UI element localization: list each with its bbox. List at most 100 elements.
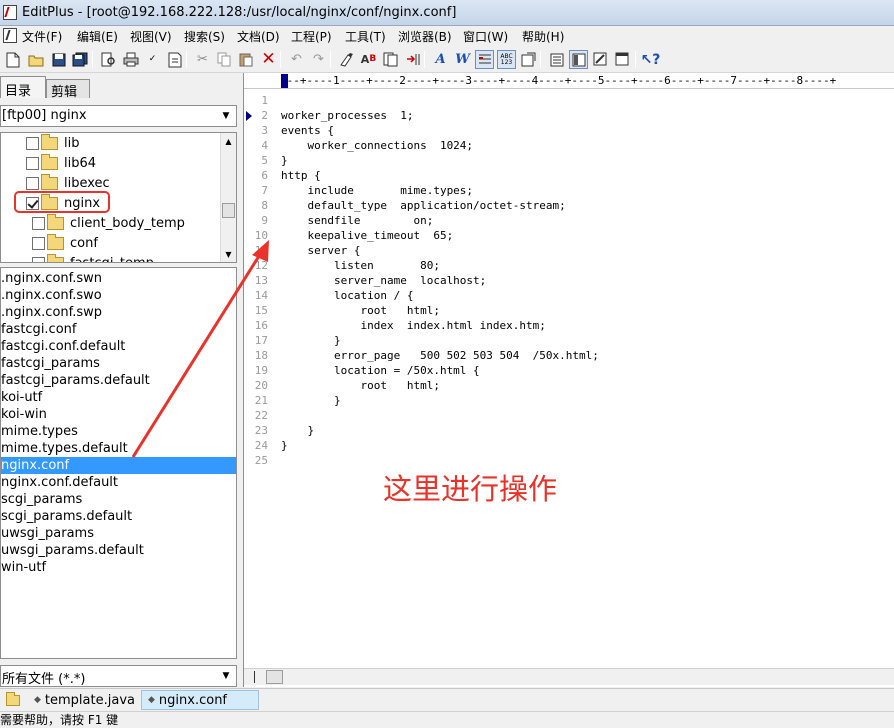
menu-document[interactable]: 文档(D) — [237, 28, 280, 45]
find-icon[interactable] — [337, 50, 356, 69]
editor-pane[interactable]: ---+----1----+----2----+----3----+----4-… — [243, 73, 894, 687]
print-icon[interactable] — [121, 50, 140, 69]
tree-checkbox[interactable] — [32, 236, 45, 250]
tab-nginx-conf[interactable]: ◆ nginx.conf — [141, 690, 259, 710]
left-panel-tabs: 目录 剪辑 — [0, 76, 240, 100]
scroll-up-icon[interactable]: ▲ — [221, 133, 236, 149]
list-item[interactable]: koi-win — [1, 406, 236, 423]
file-filter-select[interactable]: 所有文件 (*.*) ▼ — [0, 665, 237, 687]
copy-icon[interactable] — [215, 50, 234, 69]
open-folder-icon[interactable] — [26, 50, 45, 69]
word-wrap-icon[interactable]: W — [453, 50, 472, 69]
menu-search[interactable]: 搜索(S) — [184, 28, 225, 45]
scroll-thumb[interactable] — [266, 670, 283, 684]
delete-icon[interactable]: ✕ — [259, 50, 278, 69]
menu-window[interactable]: 窗口(W) — [463, 28, 508, 45]
tree-item-conf[interactable]: conf — [32, 233, 98, 253]
tree-item-lib64[interactable]: lib64 — [26, 153, 96, 173]
list-item[interactable]: uwsgi_params — [1, 525, 236, 542]
ftp-server-select[interactable]: [ftp00] nginx ▼ — [0, 105, 237, 127]
list-item[interactable]: .nginx.conf.swp — [1, 304, 236, 321]
document-icon[interactable] — [3, 28, 17, 43]
line-number: 10 — [254, 229, 268, 242]
redo-icon[interactable]: ↷ — [309, 50, 328, 69]
line-number-icon[interactable] — [475, 50, 494, 69]
cut-icon[interactable]: ✂ — [193, 50, 212, 69]
list-item[interactable]: fastcgi.conf — [1, 321, 236, 338]
undo-icon[interactable]: ↶ — [287, 50, 306, 69]
list-item[interactable]: fastcgi_params — [1, 355, 236, 372]
tree-item-libexec[interactable]: libexec — [26, 173, 110, 193]
directory-window-icon[interactable] — [591, 50, 610, 69]
tree-scrollbar[interactable]: ▲ ▼ — [220, 133, 236, 262]
tab-directory[interactable]: 目录 — [0, 76, 46, 99]
paste-icon[interactable] — [237, 50, 256, 69]
menu-file[interactable]: 文件(F) — [22, 28, 62, 45]
print-setup-icon[interactable] — [165, 50, 184, 69]
editplus-app-icon[interactable] — [3, 5, 17, 20]
list-item[interactable]: scgi_params — [1, 491, 236, 508]
tab-bullet-icon: ◆ — [148, 695, 155, 705]
code-area[interactable]: 1 2 worker_processes 1; 3 events {4 worker_c… — [244, 90, 894, 668]
scroll-left-icon[interactable] — [244, 669, 261, 685]
tab-template-java[interactable]: ◆ template.java — [28, 690, 140, 710]
help-context-icon[interactable]: ↖? — [641, 50, 661, 69]
menu-edit[interactable]: 编辑(E) — [77, 28, 118, 45]
spell-check-icon[interactable]: ✓ — [143, 50, 162, 69]
tree-item-lib[interactable]: lib — [26, 133, 79, 153]
list-item-selected[interactable]: nginx.conf — [1, 457, 236, 474]
list-item[interactable]: koi-utf — [1, 389, 236, 406]
line-number: 25 — [254, 454, 268, 467]
folder-icon[interactable] — [0, 690, 24, 710]
scroll-thumb[interactable] — [222, 203, 235, 218]
chevron-down-icon[interactable]: ▼ — [218, 108, 234, 124]
code-line-text: listen 80; — [281, 259, 440, 272]
print-preview-icon[interactable] — [99, 50, 118, 69]
font-icon[interactable]: A — [431, 50, 450, 69]
list-item[interactable]: .nginx.conf.swn — [1, 270, 236, 287]
tree-checkbox[interactable] — [26, 176, 39, 190]
tree-checkbox[interactable] — [26, 156, 39, 170]
new-file-icon[interactable] — [3, 50, 22, 69]
list-item[interactable]: mime.types.default — [1, 440, 236, 457]
tab-cliptext[interactable]: 剪辑 — [46, 79, 90, 100]
list-item[interactable]: fastcgi.conf.default — [1, 338, 236, 355]
goto-icon[interactable] — [403, 50, 422, 69]
list-item[interactable]: .nginx.conf.swo — [1, 287, 236, 304]
menu-project[interactable]: 工程(P) — [291, 28, 332, 45]
line-number: 15 — [254, 304, 268, 317]
ruler-text: ---+----1----+----2----+----3----+----4-… — [280, 74, 837, 87]
list-item[interactable]: scgi_params.default — [1, 508, 236, 525]
tree-checkbox[interactable] — [32, 216, 45, 230]
ruler-icon[interactable]: ABC 123 — [497, 50, 516, 69]
cliptext-icon[interactable] — [613, 50, 632, 69]
save-icon[interactable] — [49, 50, 68, 69]
menu-tools[interactable]: 工具(T) — [345, 28, 386, 45]
list-item[interactable]: uwsgi_params.default — [1, 542, 236, 559]
menu-view[interactable]: 视图(V) — [130, 28, 172, 45]
menu-browser[interactable]: 浏览器(B) — [398, 28, 452, 45]
chevron-down-icon[interactable]: ▼ — [218, 668, 234, 684]
toolbar: ✓ ✂ ✕ ↶ ↷ AB A W ABC 123 ↖? — [0, 47, 894, 73]
list-item[interactable]: mime.types — [1, 423, 236, 440]
scroll-down-icon[interactable]: ▼ — [221, 246, 236, 262]
code-line-text: } — [281, 424, 315, 437]
line-number: 6 — [261, 169, 268, 182]
window-list-icon[interactable] — [547, 50, 566, 69]
tree-checkbox[interactable] — [26, 136, 39, 150]
tree-checkbox[interactable] — [32, 256, 45, 262]
output-window-icon[interactable] — [569, 50, 588, 69]
hex-viewer-icon[interactable] — [519, 50, 538, 69]
menu-help[interactable]: 帮助(H) — [522, 28, 564, 45]
find-in-files-icon[interactable] — [381, 50, 400, 69]
horizontal-scrollbar[interactable] — [244, 668, 894, 685]
list-item[interactable]: nginx.conf.default — [1, 474, 236, 491]
list-item[interactable]: win-utf — [1, 559, 236, 576]
folder-icon — [47, 213, 64, 230]
list-item[interactable]: fastcgi_params.default — [1, 372, 236, 389]
replace-icon[interactable]: AB — [359, 50, 378, 69]
line-number: 1 — [261, 94, 268, 107]
save-all-icon[interactable] — [70, 50, 89, 69]
tree-item-fastcgi-temp[interactable]: fastcgi_temp — [32, 253, 154, 262]
tree-item-client-body-temp[interactable]: client_body_temp — [32, 213, 185, 233]
